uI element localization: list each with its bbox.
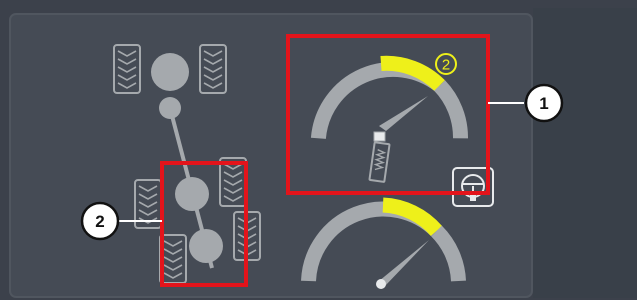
front-axle-hub [151,53,189,91]
right-side-area [533,8,637,298]
rear-lower-hub [189,229,223,263]
needle-pivot-icon [376,279,386,289]
rear-upper-hub [175,177,209,211]
gauge-marker-label: 2 [442,57,450,74]
callout-1-label: 1 [539,94,548,113]
callout-2-label: 2 [95,212,104,231]
steering-display-illustration: 2 1 2 [0,0,637,300]
button-indicator-icon [470,195,476,201]
front-pivot-joint [159,97,181,119]
